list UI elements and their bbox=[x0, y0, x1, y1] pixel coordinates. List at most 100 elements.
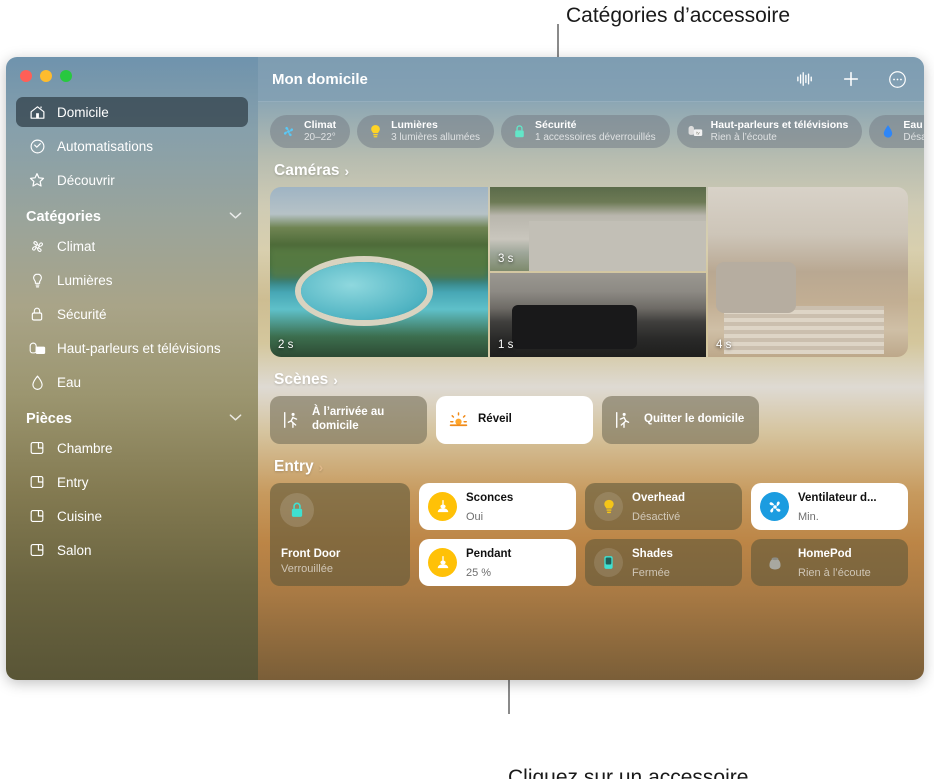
pill-title: Climat bbox=[304, 119, 337, 132]
accessory-front-door[interactable]: Front Door Verrouillée bbox=[270, 483, 410, 586]
accessory-status: Fermée bbox=[632, 566, 670, 579]
house-icon bbox=[26, 103, 48, 121]
scene-reveil[interactable]: Réveil bbox=[436, 396, 593, 444]
pill-securite[interactable]: Sécurité 1 accessoires déverrouillés bbox=[501, 115, 670, 148]
sidebar-item-entry[interactable]: Entry bbox=[16, 467, 248, 497]
pill-title: Sécurité bbox=[535, 119, 577, 132]
sidebar-item-label: Cuisine bbox=[57, 508, 103, 524]
sidebar-item-label: Haut-parleurs et télévisions bbox=[57, 340, 221, 356]
scene-arrive-home[interactable]: À l’arrivée au domicile bbox=[270, 396, 427, 444]
sidebar-header-categories[interactable]: Catégories bbox=[26, 209, 242, 225]
close-button[interactable] bbox=[20, 70, 32, 82]
scene-label: À l’arrivée au domicile bbox=[312, 406, 385, 432]
accessory-pendant[interactable]: Pendant 25 % bbox=[419, 539, 576, 586]
camera-tile[interactable]: 1 s bbox=[490, 273, 706, 357]
zoom-button[interactable] bbox=[60, 70, 72, 82]
accessory-column-a: Sconces Oui Pendant 25 % bbox=[419, 483, 576, 586]
minimize-button[interactable] bbox=[40, 70, 52, 82]
leave-home-icon bbox=[613, 409, 635, 431]
scene-leave-home[interactable]: Quitter le domicile bbox=[602, 396, 759, 444]
sidebar-item-automatisations[interactable]: Automatisations bbox=[16, 131, 248, 161]
section-header-entry[interactable]: Entry › bbox=[274, 458, 908, 476]
sidebar-item-label: Entry bbox=[57, 474, 89, 490]
section-title: Scènes bbox=[274, 371, 329, 388]
add-icon[interactable] bbox=[840, 68, 862, 90]
accessory-sconces[interactable]: Sconces Oui bbox=[419, 483, 576, 530]
sidebar-item-lumieres[interactable]: Lumières bbox=[16, 265, 248, 295]
toolbar-actions bbox=[794, 68, 908, 90]
camera-timestamp: 1 s bbox=[498, 339, 514, 351]
more-options-icon[interactable] bbox=[886, 68, 908, 90]
window-controls[interactable] bbox=[20, 70, 72, 82]
scene-label: Quitter le domicile bbox=[644, 413, 745, 426]
content-area: Climat 20–22° Lumières 3 lumières allumé… bbox=[258, 102, 924, 680]
accessory-status: Désactivé bbox=[632, 510, 681, 523]
homepod-icon bbox=[760, 548, 789, 577]
accessory-overhead[interactable]: Overhead Désactivé bbox=[585, 483, 742, 530]
camera-art bbox=[511, 304, 637, 349]
accessory-status: Rien à l’écoute bbox=[798, 566, 871, 579]
accessory-status: Oui bbox=[466, 510, 484, 523]
pill-title: Eau bbox=[903, 119, 923, 132]
sidebar-item-decouvrir[interactable]: Découvrir bbox=[16, 165, 248, 195]
siri-waveform-icon[interactable] bbox=[794, 68, 816, 90]
accessory-name: Sconces bbox=[466, 491, 514, 504]
accessory-name: HomePod bbox=[798, 547, 852, 560]
pill-haut-parleurs[interactable]: tv Haut-parleurs et télévisions Rien à l… bbox=[676, 115, 863, 148]
camera-tile[interactable]: 3 s bbox=[490, 187, 706, 271]
accessory-status: Min. bbox=[798, 510, 819, 523]
lock-icon bbox=[280, 493, 314, 527]
fan-icon bbox=[26, 237, 48, 255]
camera-tile[interactable]: 4 s bbox=[708, 187, 908, 357]
accessory-shades[interactable]: Shades Fermée bbox=[585, 539, 742, 586]
sidebar: Domicile Automatisations Découvrir Catég… bbox=[6, 57, 258, 680]
pill-climat[interactable]: Climat 20–22° bbox=[270, 115, 351, 148]
sidebar-header-pieces[interactable]: Pièces bbox=[26, 411, 242, 427]
category-pills: Climat 20–22° Lumières 3 lumières allumé… bbox=[270, 115, 924, 148]
sunrise-icon bbox=[447, 409, 469, 431]
camera-art bbox=[300, 261, 427, 320]
camera-art bbox=[724, 306, 884, 354]
camera-tile[interactable]: 2 s bbox=[270, 187, 488, 357]
camera-art bbox=[528, 220, 706, 271]
sidebar-item-salon[interactable]: Salon bbox=[16, 535, 248, 565]
chevron-down-icon[interactable] bbox=[229, 413, 242, 425]
pill-value: 3 lumières allumées bbox=[391, 131, 481, 143]
accessory-status: Verrouillée bbox=[281, 563, 333, 575]
callout-accessory-line1: Cliquez sur un accessoire bbox=[508, 766, 749, 779]
sidebar-item-domicile[interactable]: Domicile bbox=[16, 97, 248, 127]
accessory-homepod[interactable]: HomePod Rien à l’écoute bbox=[751, 539, 908, 586]
camera-art bbox=[716, 261, 796, 313]
pill-lumieres[interactable]: Lumières 3 lumières allumées bbox=[357, 115, 495, 148]
chevron-down-icon[interactable] bbox=[229, 211, 242, 223]
water-drop-icon bbox=[26, 373, 48, 391]
chevron-right-icon: › bbox=[318, 459, 324, 475]
speaker-tv-icon: tv bbox=[687, 123, 704, 140]
sidebar-item-label: Sécurité bbox=[57, 306, 107, 322]
section-header-scenes[interactable]: Scènes › bbox=[274, 371, 908, 389]
sidebar-item-label: Chambre bbox=[57, 440, 113, 456]
sidebar-item-haut-parleurs[interactable]: tv Haut-parleurs et télévisions bbox=[16, 333, 248, 363]
sconce-icon bbox=[428, 548, 457, 577]
camera-timestamp: 2 s bbox=[278, 339, 294, 351]
accessory-name: Overhead bbox=[632, 491, 686, 504]
sidebar-item-label: Salon bbox=[57, 542, 92, 558]
scene-list: À l’arrivée au domicile Réveil Quitter l… bbox=[270, 396, 908, 444]
accessory-ventilateur[interactable]: Ventilateur d... Min. bbox=[751, 483, 908, 530]
callout-accessory: Cliquez sur un accessoire pour le contrô… bbox=[508, 710, 748, 779]
lock-icon bbox=[511, 123, 528, 140]
sconce-icon bbox=[428, 492, 457, 521]
pill-eau[interactable]: Eau Désactivé bbox=[869, 115, 924, 148]
sidebar-item-securite[interactable]: Sécurité bbox=[16, 299, 248, 329]
page-title: Mon domicile bbox=[272, 70, 368, 88]
sidebar-header-label: Catégories bbox=[26, 209, 101, 225]
accessory-status: 25 % bbox=[466, 566, 492, 579]
sidebar-item-label: Eau bbox=[57, 374, 82, 390]
sidebar-item-climat[interactable]: Climat bbox=[16, 231, 248, 261]
fan-icon bbox=[280, 123, 297, 140]
sidebar-item-eau[interactable]: Eau bbox=[16, 367, 248, 397]
svg-text:tv: tv bbox=[38, 348, 42, 354]
section-header-cameras[interactable]: Caméras › bbox=[274, 162, 908, 180]
sidebar-item-cuisine[interactable]: Cuisine bbox=[16, 501, 248, 531]
sidebar-item-chambre[interactable]: Chambre bbox=[16, 433, 248, 463]
